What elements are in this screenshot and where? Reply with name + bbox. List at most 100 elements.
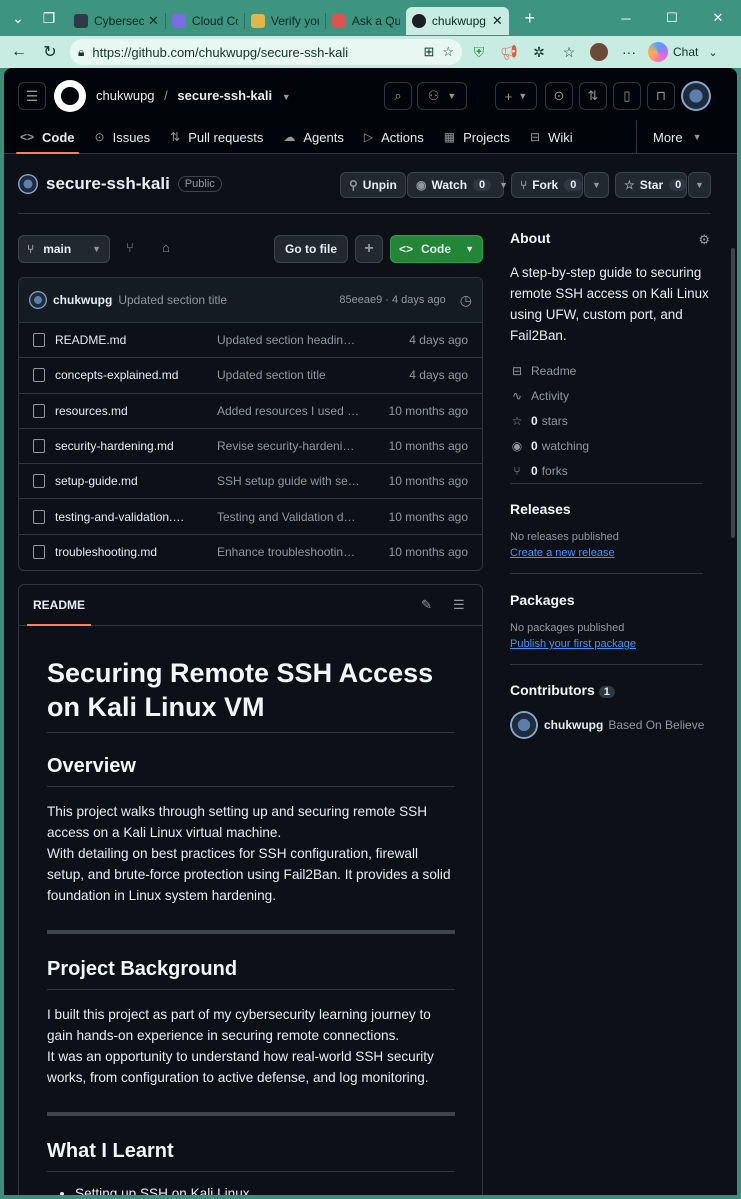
tags-icon[interactable]: ⌂ (162, 240, 170, 255)
browser-tab[interactable]: Verify you (245, 7, 325, 35)
tab-code[interactable]: <> Code (10, 120, 85, 154)
megaphone-extension-icon[interactable]: 📢︎ (496, 39, 522, 65)
add-file-button[interactable]: + (355, 235, 383, 263)
file-commit-message[interactable]: Enhance troubleshooting … (217, 545, 361, 559)
tab-issues[interactable]: ⊙ Issues (85, 120, 161, 154)
browser-tab[interactable]: Cloud Cor (166, 7, 244, 35)
refresh-icon[interactable]: ↻ (36, 38, 64, 66)
profile-avatar[interactable] (586, 39, 612, 65)
packages-title[interactable]: Packages (510, 592, 575, 608)
tab-actions[interactable]: ▷ Actions (354, 120, 434, 154)
activity-link[interactable]: ∿ Activity (510, 383, 710, 408)
readme-tab[interactable]: README (26, 585, 92, 626)
menu-icon[interactable]: ☰ (18, 82, 46, 110)
file-name[interactable]: resources.md (55, 404, 217, 418)
app-available-icon[interactable]: ⊞ (423, 44, 434, 60)
maximize-icon[interactable]: ☐ (649, 0, 695, 36)
file-commit-message[interactable]: Revise security-hardening… (217, 439, 361, 453)
file-commit-message[interactable]: Updated section title (217, 368, 361, 382)
browser-tab-active[interactable]: chukwupg ✕ (405, 7, 509, 35)
tab-actions-icon[interactable]: ⌄ (5, 5, 31, 31)
watching-link[interactable]: ◉ 0 watching (510, 433, 710, 458)
contributors-title[interactable]: Contributors 1 (510, 682, 615, 698)
issues-icon[interactable]: ⊙ (545, 82, 573, 110)
file-row[interactable]: setup-guide.md SSH setup guide with sec… 1… (19, 464, 482, 500)
file-name[interactable]: setup-guide.md (55, 474, 217, 488)
address-bar[interactable]: 🔒︎ https://github.com/chukwupg/secure-ss… (70, 39, 462, 65)
more-menu-icon[interactable]: ··· (616, 39, 642, 65)
user-avatar[interactable] (681, 81, 711, 111)
favorite-star-icon[interactable]: ☆ (442, 44, 454, 60)
close-icon[interactable]: ✕ (148, 13, 159, 29)
stars-link[interactable]: ☆ 0 stars (510, 408, 710, 433)
readme-link[interactable]: ⊟ Readme (510, 358, 710, 383)
file-name[interactable]: testing-and-validation.… (55, 510, 217, 524)
repo-name[interactable]: secure-ssh-kali (46, 174, 170, 194)
releases-title[interactable]: Releases (510, 501, 571, 517)
favorites-icon[interactable]: ☆ (556, 39, 582, 65)
commit-author[interactable]: chukwupg (53, 293, 112, 307)
close-window-icon[interactable]: ✕ (695, 0, 741, 36)
browser-tab[interactable]: Cybersecu ✕ (68, 7, 165, 35)
file-row[interactable]: resources.md Added resources I used f… 10 … (19, 394, 482, 429)
fork-button[interactable]: ⑂ Fork 0 (511, 172, 583, 198)
extensions-icon[interactable]: ✲ (526, 39, 552, 65)
shield-extension-icon[interactable]: ⛨ (466, 39, 492, 65)
file-row[interactable]: testing-and-validation.… Testing and Vali… (19, 499, 482, 535)
minimize-icon[interactable]: ─ (603, 0, 649, 36)
repositories-icon[interactable]: ▯ (613, 82, 641, 110)
chevron-down-icon[interactable]: ⌄ (708, 46, 717, 59)
file-name[interactable]: security-hardening.md (55, 439, 217, 453)
contributor-item[interactable]: chukwupg Based On Believe (510, 711, 704, 739)
history-icon[interactable]: ◷ (460, 292, 472, 309)
inbox-icon[interactable]: ⊓ (647, 82, 675, 110)
go-to-file-button[interactable]: Go to file (274, 235, 348, 263)
workspaces-icon[interactable]: ❐ (36, 5, 62, 31)
outline-list-icon[interactable]: ☰ (453, 597, 465, 613)
file-name[interactable]: README.md (55, 333, 217, 347)
browser-tab[interactable]: Ask a Que (326, 7, 406, 35)
gear-icon[interactable]: ⚙ (698, 232, 710, 248)
file-row[interactable]: README.md Updated section heading… 4 days … (19, 323, 482, 359)
tab-wiki[interactable]: ⊟ Wiki (520, 120, 583, 154)
site-info-icon[interactable]: 🔒︎ (78, 45, 84, 60)
pull-requests-icon[interactable]: ⇅ (579, 82, 607, 110)
tab-agents[interactable]: ☁ Agents (273, 120, 353, 154)
tab-pull-requests[interactable]: ⇅ Pull requests (160, 120, 273, 154)
file-commit-message[interactable]: Testing and Validation do… (217, 510, 361, 524)
file-commit-message[interactable]: Updated section heading… (217, 333, 361, 347)
copilot-button[interactable]: ⚇ ▼ (417, 82, 467, 110)
scrollbar[interactable] (731, 248, 735, 538)
file-name[interactable]: troubleshooting.md (55, 545, 217, 559)
branch-selector[interactable]: ⑂ main ▼ (18, 235, 110, 263)
create-release-link[interactable]: Create a new release (510, 547, 615, 559)
close-icon[interactable]: ✕ (492, 13, 503, 29)
create-new-button[interactable]: + ▼ (495, 82, 537, 110)
github-logo-icon[interactable] (54, 80, 86, 112)
file-row[interactable]: troubleshooting.md Enhance troubleshootin… (19, 535, 482, 570)
file-name[interactable]: concepts-explained.md (55, 368, 217, 382)
tab-projects[interactable]: ▦ Projects (434, 120, 520, 154)
edit-pencil-icon[interactable]: ✎ (421, 597, 432, 613)
forks-link[interactable]: ⑂ 0 forks (510, 458, 710, 483)
chat-button[interactable]: Chat ⌄ (648, 42, 718, 62)
unpin-button[interactable]: ⚲ Unpin (340, 172, 406, 198)
fork-dropdown-button[interactable]: ▼ (584, 172, 609, 198)
branches-icon[interactable]: ⑂ (126, 240, 134, 255)
more-tabs-button[interactable]: More ▼ (636, 120, 702, 154)
star-button[interactable]: ☆ Star 0 (615, 172, 688, 198)
star-dropdown-button[interactable]: ▼ (688, 172, 711, 198)
publish-package-link[interactable]: Publish your first package (510, 638, 636, 650)
chevron-down-icon[interactable]: ▼ (282, 92, 291, 102)
watch-button[interactable]: ◉ Watch 0 ▼ (407, 172, 508, 198)
repo-link[interactable]: secure-ssh-kali (177, 88, 272, 103)
file-row[interactable]: security-hardening.md Revise security-har… (19, 429, 482, 465)
commit-meta[interactable]: 85eeae9 · 4 days ago (339, 294, 445, 306)
file-commit-message[interactable]: SSH setup guide with sec… (217, 474, 361, 488)
new-tab-icon[interactable]: + (517, 5, 543, 31)
file-row[interactable]: concepts-explained.md Updated section tit… (19, 358, 482, 394)
back-icon[interactable]: ← (5, 38, 33, 66)
search-button[interactable]: ⌕ (384, 82, 412, 110)
code-button[interactable]: <> Code ▼ (390, 235, 483, 263)
file-commit-message[interactable]: Added resources I used f… (217, 404, 361, 418)
